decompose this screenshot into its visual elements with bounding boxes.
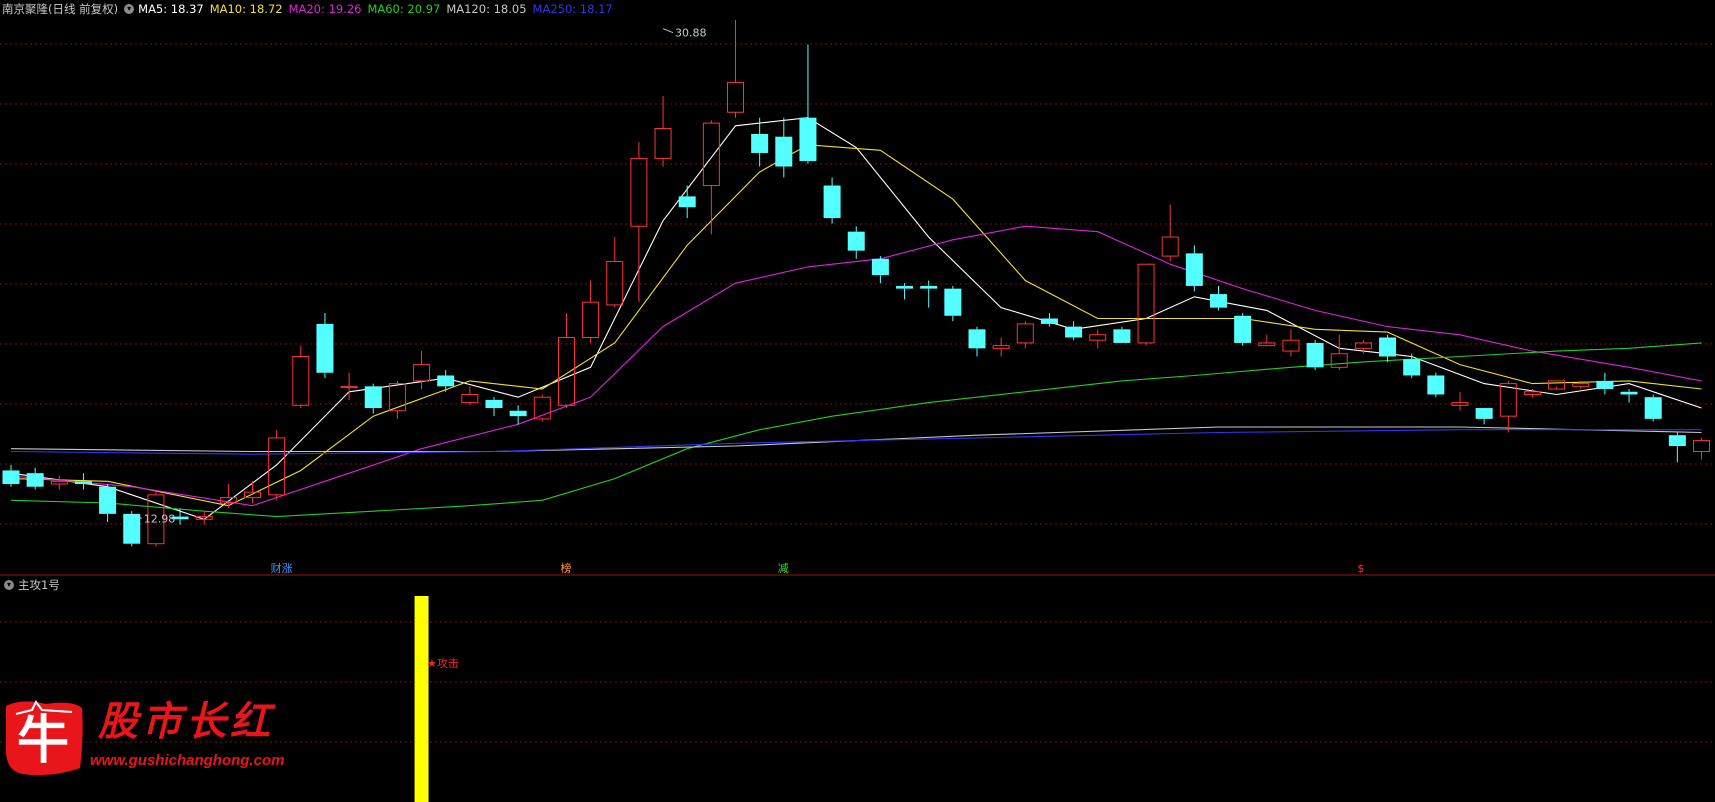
- ma-legend-item: MA60: 20.97: [367, 2, 441, 16]
- candle: [1306, 340, 1324, 371]
- watermark-logo: 牛 股市长红 www.gushichanghong.com: [2, 696, 302, 778]
- candle: [1137, 263, 1155, 346]
- candle: [630, 142, 648, 303]
- candle: [50, 475, 68, 490]
- ma-legend-item: MA250: 18.17: [532, 2, 613, 16]
- sub-panel-title: 主攻1号: [18, 578, 60, 592]
- candle: [678, 185, 696, 219]
- candle: [1499, 380, 1517, 433]
- ma250-line: [10, 429, 1702, 455]
- chevron-down-icon[interactable]: ▾: [124, 4, 135, 14]
- attack-bar: [414, 596, 429, 802]
- candle: [775, 117, 793, 178]
- candle: [992, 337, 1010, 357]
- candle: [2, 465, 20, 487]
- candle: [654, 95, 672, 167]
- candle: [437, 370, 455, 392]
- candle: [316, 313, 334, 379]
- signal-marker: 减: [778, 562, 789, 575]
- candle: [1451, 391, 1469, 411]
- sub-panel-bars: [414, 596, 429, 802]
- candle: [1040, 313, 1058, 327]
- candlesticks: [2, 20, 1710, 547]
- ma-lines: [10, 117, 1702, 520]
- candle: [1210, 285, 1227, 311]
- candle: [1548, 380, 1566, 390]
- candle: [751, 117, 769, 167]
- ma120-line: [10, 426, 1702, 453]
- logo-title: 股市长红: [98, 698, 274, 745]
- price-annotation: 30.88: [662, 27, 707, 40]
- candle: [485, 397, 503, 417]
- ma5-line: [10, 117, 1702, 520]
- candle: [1620, 389, 1638, 403]
- candle: [340, 372, 358, 400]
- kline-chart: 30.88 12.98 财涨 榜 减 $: [0, 20, 1715, 802]
- candle: [1668, 432, 1686, 463]
- candle: [1379, 334, 1397, 362]
- annotation-label: 30.88: [675, 27, 707, 40]
- ma-legend-item: MA5: 18.37: [138, 2, 204, 16]
- candle: [1693, 437, 1710, 460]
- candle: [1185, 245, 1203, 292]
- candle: [388, 380, 406, 419]
- annotation-label: 12.98: [144, 512, 176, 525]
- candle: [847, 226, 865, 259]
- candle: [74, 473, 92, 490]
- candle: [799, 44, 817, 164]
- ma-legend-item: MA120: 18.05: [446, 2, 527, 16]
- candle: [1161, 204, 1179, 262]
- candle: [1065, 321, 1083, 341]
- candle: [1644, 394, 1662, 422]
- bull-logo-icon: 牛: [5, 700, 83, 776]
- signal-marker: 榜: [560, 561, 571, 575]
- ma-legend-item: MA10: 18.72: [209, 2, 283, 16]
- candle: [364, 383, 382, 414]
- candle: [244, 481, 261, 504]
- ma-legend: MA5: 18.37 MA10: 18.72 MA20: 19.26 MA60: 20…: [138, 1, 619, 17]
- signal-marker: $: [1357, 562, 1364, 575]
- candle: [823, 177, 841, 224]
- candle: [968, 326, 986, 357]
- candle: [702, 120, 720, 235]
- logo-url: www.gushichanghong.com: [90, 752, 285, 769]
- signal-markers: 财涨 榜 减 $: [271, 561, 1365, 575]
- candle: [582, 280, 600, 343]
- candle: [920, 280, 938, 308]
- candle: [871, 256, 889, 284]
- chevron-down-icon[interactable]: ▾: [4, 580, 14, 590]
- candle: [727, 20, 744, 118]
- candle: [1089, 329, 1107, 349]
- candle: [413, 351, 431, 390]
- chart-header: 南京聚隆(日线 前复权) ▾ MA5: 18.37 MA10: 18.72 MA20…: [2, 1, 619, 17]
- candle: [292, 345, 310, 409]
- candle: [557, 313, 575, 409]
- candle: [1403, 353, 1421, 379]
- candle: [1330, 334, 1348, 371]
- candle: [1475, 408, 1493, 425]
- attack-signal-label: ★攻击: [427, 657, 459, 670]
- candle: [99, 484, 117, 523]
- candle: [1113, 326, 1131, 343]
- candle: [1427, 372, 1445, 398]
- sub-panel-header: ▾ 主攻1号: [2, 577, 60, 593]
- candle: [1596, 372, 1614, 395]
- stock-title: 南京聚隆(日线 前复权): [2, 2, 119, 16]
- candle: [896, 283, 914, 300]
- logo-glyph: 牛: [17, 710, 69, 771]
- candle: [1234, 313, 1252, 346]
- candle: [26, 467, 44, 490]
- signal-marker: 财涨: [271, 561, 293, 575]
- candle: [606, 237, 624, 308]
- candle: [944, 285, 962, 322]
- candle: [461, 386, 479, 406]
- ma-legend-item: MA20: 19.26: [288, 2, 362, 16]
- candle: [1282, 329, 1300, 357]
